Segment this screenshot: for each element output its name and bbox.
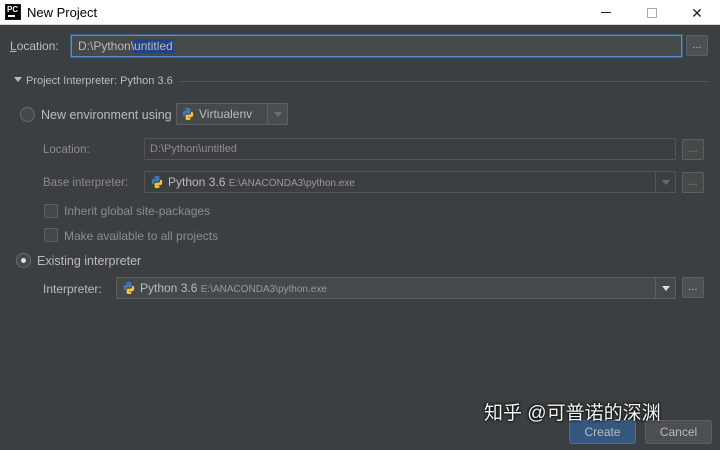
location-input-prefix: D:\Python\ (78, 39, 135, 53)
maximize-button[interactable] (629, 0, 675, 25)
base-interpreter-name: Python 3.6 (168, 175, 226, 189)
chevron-down-icon (661, 285, 670, 291)
pycharm-icon: PC (5, 4, 21, 20)
section-title: Project Interpreter: Python 3.6 (26, 75, 173, 87)
dropdown-arrow (655, 278, 675, 298)
python-logo-icon (151, 175, 163, 189)
dropdown-arrow (267, 104, 287, 124)
inherit-packages-checkbox[interactable] (44, 204, 58, 218)
base-interpreter-label: Base interpreter: (43, 177, 129, 189)
minimize-button[interactable] (583, 0, 629, 25)
title-bar: PC New Project ✕ (0, 0, 720, 25)
new-env-location-label: Location: (43, 144, 90, 156)
new-environment-radio[interactable] (20, 107, 35, 122)
base-interpreter-select[interactable]: Python 3.6 E:\ANACONDA3\python.exe (144, 171, 676, 193)
maximize-icon (647, 7, 657, 18)
environment-tool-select[interactable]: Virtualenv (176, 103, 288, 125)
browse-icon: ... (688, 143, 698, 155)
base-interpreter-browse-button[interactable]: ... (682, 172, 704, 193)
base-interpreter-path: E:\ANACONDA3\python.exe (228, 178, 355, 189)
interpreter-path: E:\ANACONDA3\python.exe (200, 284, 327, 295)
minimize-icon (601, 12, 611, 13)
close-button[interactable]: ✕ (674, 0, 720, 25)
chevron-down-icon (661, 179, 670, 185)
section-divider (180, 81, 708, 82)
environment-tool-value: Virtualenv (199, 107, 253, 121)
interpreter-select[interactable]: Python 3.6 E:\ANACONDA3\python.exe (116, 277, 676, 299)
location-input[interactable]: D:\Python\untitled (71, 35, 682, 57)
location-browse-button[interactable]: ... (686, 35, 708, 56)
browse-icon: ... (688, 176, 698, 188)
chevron-down-icon (273, 111, 282, 117)
browse-icon: ... (692, 39, 702, 51)
interpreter-name: Python 3.6 (140, 281, 198, 295)
browse-icon: ... (688, 281, 698, 293)
location-input-selection: untitled (134, 39, 173, 53)
new-env-location-input[interactable]: D:\Python\untitled (144, 138, 676, 160)
inherit-packages-label: Inherit global site-packages (64, 204, 211, 218)
new-env-location-browse-button[interactable]: ... (682, 139, 704, 160)
make-available-label: Make available to all projects (64, 229, 219, 243)
close-icon: ✕ (691, 4, 703, 21)
window-title: New Project (27, 5, 98, 20)
location-label: Location: (10, 39, 59, 53)
python-logo-icon (123, 281, 135, 295)
location-label-text: ocation: (16, 39, 59, 53)
new-environment-label: New environment using (41, 108, 172, 122)
watermark: 知乎 @可普诺的深渊 (484, 403, 661, 424)
interpreter-browse-button[interactable]: ... (682, 277, 704, 298)
python-logo-icon (182, 107, 194, 121)
dropdown-arrow (655, 172, 675, 192)
location-label-mnemonic: L (10, 39, 17, 53)
make-available-checkbox[interactable] (44, 228, 58, 242)
existing-interpreter-label: Existing interpreter (37, 254, 142, 268)
existing-interpreter-radio[interactable] (16, 253, 31, 268)
interpreter-label: Interpreter: (43, 282, 102, 296)
section-toggle-icon[interactable] (14, 77, 22, 82)
